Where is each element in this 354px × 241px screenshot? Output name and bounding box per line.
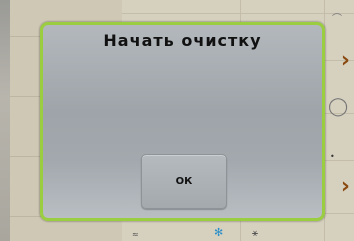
snowflake-icon: ✻ bbox=[214, 226, 224, 239]
wind-icon: ≈ bbox=[132, 230, 139, 239]
dialog-title: Начать очистку bbox=[103, 31, 262, 50]
ok-button[interactable]: ОК bbox=[141, 154, 227, 209]
dot-icon: • bbox=[330, 152, 335, 161]
chevron-right-icon: › bbox=[340, 48, 350, 73]
chevron-right-icon: › bbox=[340, 174, 350, 199]
start-cleaning-dialog: Начать очистку ОК bbox=[40, 22, 325, 221]
fan-icon: ⚹ bbox=[252, 228, 258, 239]
line-icon: ⌒ bbox=[332, 14, 342, 25]
ring-icon: ◯ bbox=[328, 96, 349, 117]
background-left-strip bbox=[0, 0, 10, 241]
background-list-row bbox=[122, 0, 354, 14]
